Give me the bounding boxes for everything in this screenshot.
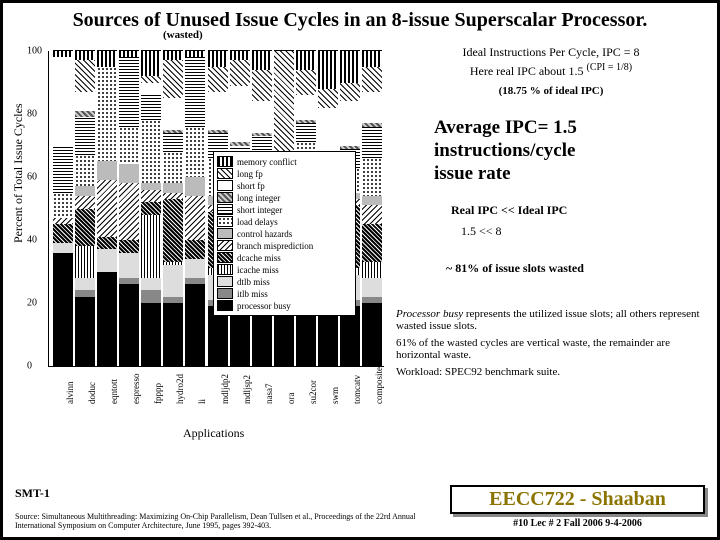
foot-p3: Workload: SPEC92 benchmark suite.	[396, 366, 706, 378]
smt-label: SMT-1	[15, 486, 50, 501]
bar	[163, 51, 183, 366]
bar	[119, 51, 139, 366]
bar	[53, 51, 73, 366]
right-panel: Ideal Instructions Per Cycle, IPC = 8 He…	[388, 43, 706, 443]
compare-values: 1.5 << 8	[461, 224, 706, 239]
legend-item: long integer	[217, 192, 352, 203]
bar	[185, 51, 205, 366]
legend-item: dcache miss	[217, 252, 352, 263]
legend-item: short fp	[217, 180, 352, 191]
note-pct: (18.75 % of ideal IPC)	[396, 85, 706, 97]
chart-area: Percent of Total Issue Cycles Applicatio…	[13, 43, 388, 443]
legend: memory conflictlong fpshort fplong integ…	[213, 151, 356, 316]
foot-p1: Processor busy represents the utilized i…	[396, 308, 706, 332]
notes: Ideal Instructions Per Cycle, IPC = 8 He…	[396, 45, 706, 97]
legend-item: load delays	[217, 216, 352, 227]
bar	[75, 51, 95, 366]
legend-item: long fp	[217, 168, 352, 179]
slide: Sources of Unused Issue Cycles in an 8-i…	[0, 0, 720, 540]
note-ideal: Ideal Instructions Per Cycle, IPC = 8	[396, 45, 706, 60]
legend-item: memory conflict	[217, 156, 352, 167]
legend-item: dtlb miss	[217, 276, 352, 287]
legend-item: branch misprediction	[217, 240, 352, 251]
foot-p2: 61% of the wasted cycles are vertical wa…	[396, 337, 706, 361]
avg-ipc: Average IPC= 1.5 instructions/cycle issu…	[434, 117, 706, 185]
legend-item: itlb miss	[217, 288, 352, 299]
compare-label: Real IPC << Ideal IPC	[451, 203, 706, 218]
badge-subtitle: #10 Lec # 2 Fall 2006 9-4-2006	[450, 518, 705, 529]
foot-notes: Processor busy represents the utilized i…	[396, 308, 706, 378]
legend-item: processor busy	[217, 300, 352, 311]
course-badge: EECC722 - Shaaban #10 Lec # 2 Fall 2006 …	[450, 485, 705, 529]
legend-item: short integer	[217, 204, 352, 215]
badge-title: EECC722 - Shaaban	[450, 485, 705, 514]
bar	[141, 51, 161, 366]
y-axis-label: Percent of Total Issue Cycles	[11, 103, 26, 243]
content-row: Percent of Total Issue Cycles Applicatio…	[3, 41, 717, 443]
wasted-summary: ~ 81% of issue slots wasted	[446, 261, 706, 276]
legend-item: icache miss	[217, 264, 352, 275]
source-citation: Source: Simultaneous Multithreading: Max…	[15, 513, 425, 531]
bar	[362, 51, 382, 366]
legend-item: control hazards	[217, 228, 352, 239]
x-axis-label: Applications	[183, 426, 244, 441]
page-title: Sources of Unused Issue Cycles in an 8-i…	[3, 3, 717, 32]
note-real: Here real IPC about 1.5 (CPI = 1/8)	[396, 62, 706, 79]
bar	[97, 51, 117, 366]
